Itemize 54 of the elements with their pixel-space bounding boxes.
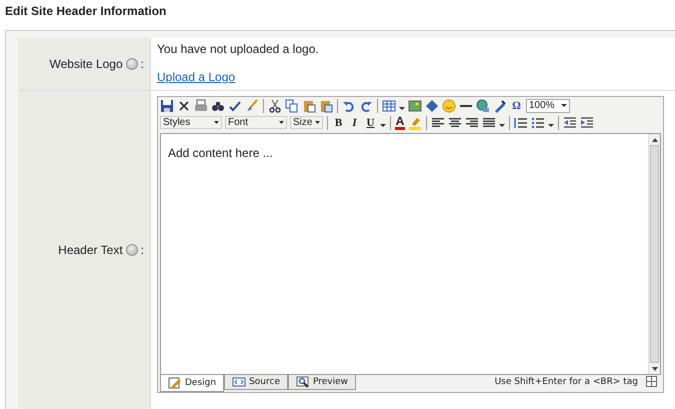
font-select[interactable]: Font: [225, 116, 287, 129]
upload-logo-link[interactable]: Upload a Logo: [157, 70, 236, 84]
bullet-list-icon[interactable]: [531, 116, 545, 130]
indent-icon[interactable]: [580, 116, 594, 130]
editor-mode-tab[interactable]: Preview: [288, 375, 356, 390]
align-right-icon[interactable]: [465, 116, 479, 130]
field-label: Website Logo: [49, 57, 123, 71]
image-icon[interactable]: [408, 98, 422, 112]
content-placeholder: Add content here ...: [168, 146, 273, 160]
caret-icon: [214, 120, 219, 125]
special-character-button[interactable]: Ω: [510, 100, 523, 112]
pencil-icon[interactable]: [168, 376, 182, 390]
paste-document-icon[interactable]: [319, 98, 333, 112]
paste-icon[interactable]: [302, 98, 316, 112]
editor-mode-tab[interactable]: Source: [224, 375, 288, 390]
justify-icon[interactable]: [482, 116, 496, 130]
globe-icon[interactable]: [476, 98, 490, 112]
table-icon[interactable]: [382, 98, 396, 112]
save-icon[interactable]: [160, 98, 174, 112]
magnifier-icon[interactable]: [296, 375, 310, 389]
styles-select[interactable]: Styles: [160, 116, 222, 129]
field-label: Header Text: [58, 243, 123, 257]
logo-message: You have not uploaded a logo.: [157, 42, 319, 56]
numbered-list-icon[interactable]: [514, 116, 528, 130]
colon-label: :: [140, 243, 144, 257]
editor-mode-tab[interactable]: Design: [160, 375, 224, 392]
smiley-icon[interactable]: [442, 98, 456, 112]
underline-button[interactable]: U: [364, 116, 377, 128]
italic-button[interactable]: I: [348, 116, 361, 128]
bold-button[interactable]: B: [332, 116, 345, 128]
close-icon[interactable]: [177, 98, 191, 112]
scissors-icon[interactable]: [268, 98, 282, 112]
align-center-icon[interactable]: [448, 116, 462, 130]
vertical-scrollbar[interactable]: [648, 134, 660, 374]
caret-icon: [279, 120, 284, 125]
editor-hint: Use Shift+Enter for a <BR> tag: [494, 376, 638, 387]
colon-label: :: [140, 57, 144, 71]
caret-icon: [315, 120, 320, 125]
page-title: Edit Site Header Information: [4, 3, 166, 20]
code-icon[interactable]: [232, 375, 246, 389]
table-grid-icon[interactable]: [646, 376, 657, 387]
outdent-icon[interactable]: [563, 116, 577, 130]
diamond-icon[interactable]: [425, 98, 439, 112]
down-arrow-icon[interactable]: [652, 366, 658, 370]
copy-icon[interactable]: [285, 98, 299, 112]
editor-content-area[interactable]: Add content here ...: [160, 133, 661, 375]
size-select[interactable]: Size: [290, 116, 323, 129]
up-arrow-icon[interactable]: [652, 138, 658, 142]
font-color-button[interactable]: A: [395, 116, 405, 130]
caret-icon: [561, 102, 567, 108]
printer-icon[interactable]: [194, 98, 208, 112]
align-left-icon[interactable]: [431, 116, 445, 130]
zoom-select[interactable]: 100%: [526, 98, 570, 112]
spellcheck-icon[interactable]: [228, 98, 242, 112]
